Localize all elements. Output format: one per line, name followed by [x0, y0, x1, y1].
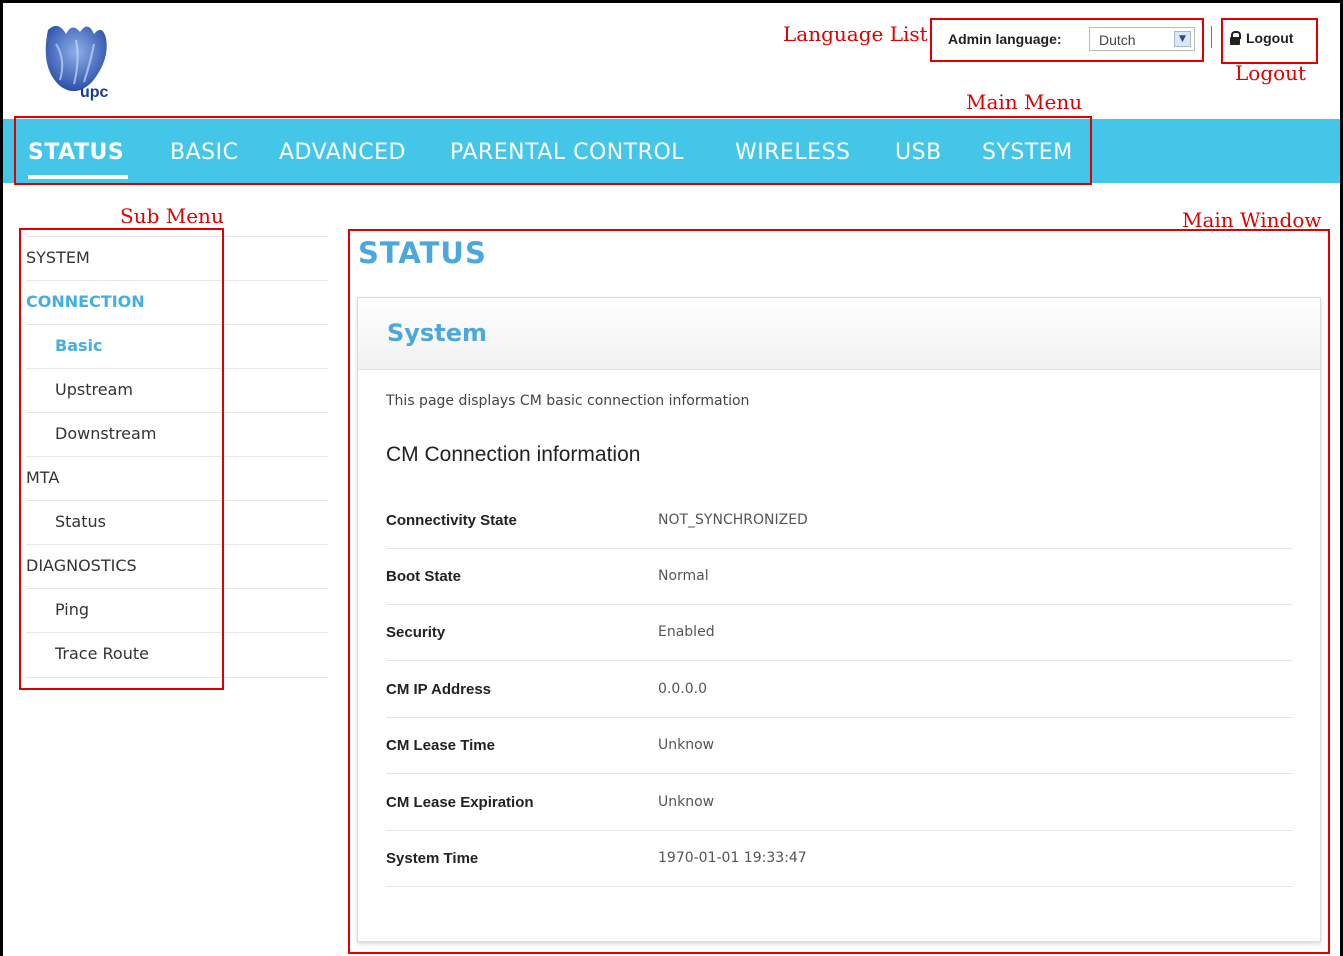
info-value: Unknow: [658, 794, 715, 810]
menu-wireless[interactable]: WIRELESS: [735, 140, 851, 165]
annotation-main-window: Main Window: [1182, 208, 1322, 232]
chevron-down-icon[interactable]: ▼: [1174, 31, 1191, 47]
info-label: System Time: [386, 850, 479, 867]
info-row-boot-state: Boot State Normal: [386, 549, 1293, 605]
info-value: Normal: [658, 568, 709, 584]
annotation-sub-menu: Sub Menu: [120, 204, 224, 228]
page-title: STATUS: [358, 236, 487, 270]
submenu-divider: [26, 677, 328, 678]
submenu-ping[interactable]: Ping: [26, 588, 328, 632]
annotation-language-list: Language List: [783, 22, 928, 46]
submenu-basic[interactable]: Basic: [26, 324, 328, 368]
submenu-downstream[interactable]: Downstream: [26, 412, 328, 456]
panel-title: System: [387, 319, 487, 347]
info-label: Security: [386, 624, 446, 641]
info-row-cm-lease-expiration: CM Lease Expiration Unknow: [386, 775, 1293, 831]
menu-advanced[interactable]: ADVANCED: [279, 140, 406, 165]
info-value: 0.0.0.0: [658, 681, 707, 697]
info-label: Connectivity State: [386, 512, 517, 529]
lock-icon: [1230, 31, 1241, 45]
info-row-connectivity-state: Connectivity State NOT_SYNCHRONIZED: [386, 493, 1293, 549]
info-value: Enabled: [658, 624, 715, 640]
logo-text: upc: [80, 84, 109, 101]
submenu-upstream[interactable]: Upstream: [26, 368, 328, 412]
submenu-system[interactable]: SYSTEM: [26, 236, 328, 280]
language-selected-value: Dutch: [1099, 32, 1136, 48]
admin-language-select[interactable]: Dutch ▼: [1089, 27, 1195, 51]
submenu-mta-status[interactable]: Status: [26, 500, 328, 544]
active-menu-underline: [28, 175, 128, 179]
logout-label: Logout: [1246, 30, 1294, 46]
info-label: CM Lease Expiration: [386, 794, 534, 811]
submenu-trace-route[interactable]: Trace Route: [26, 632, 328, 676]
annotation-main-menu: Main Menu: [966, 90, 1083, 114]
admin-language-label: Admin language:: [948, 31, 1062, 47]
info-value: NOT_SYNCHRONIZED: [658, 512, 808, 528]
info-row-cm-ip-address: CM IP Address 0.0.0.0: [386, 662, 1293, 718]
annotation-logout: Logout: [1235, 61, 1307, 85]
info-row-system-time: System Time 1970-01-01 19:33:47: [386, 831, 1293, 887]
info-value: 1970-01-01 19:33:47: [658, 850, 807, 866]
submenu-mta[interactable]: MTA: [26, 456, 328, 500]
panel-header: System: [358, 298, 1320, 370]
info-label: CM Lease Time: [386, 737, 495, 754]
submenu-diagnostics[interactable]: DIAGNOSTICS: [26, 544, 328, 588]
info-row-cm-lease-time: CM Lease Time Unknow: [386, 718, 1293, 774]
info-row-security: Security Enabled: [386, 605, 1293, 661]
submenu-connection[interactable]: CONNECTION: [26, 280, 328, 324]
page-description: This page displays CM basic connection i…: [386, 393, 750, 409]
info-label: Boot State: [386, 568, 461, 585]
info-value: Unknow: [658, 737, 715, 753]
header-separator: [1211, 26, 1212, 48]
menu-parental-control[interactable]: PARENTAL CONTROL: [450, 140, 684, 165]
menu-status[interactable]: STATUS: [28, 140, 124, 165]
logout-button[interactable]: Logout: [1230, 30, 1293, 46]
menu-system[interactable]: SYSTEM: [982, 140, 1073, 165]
menu-basic[interactable]: BASIC: [170, 140, 238, 165]
info-label: CM IP Address: [386, 681, 492, 698]
section-title: CM Connection information: [386, 443, 641, 466]
menu-usb[interactable]: USB: [895, 140, 942, 165]
